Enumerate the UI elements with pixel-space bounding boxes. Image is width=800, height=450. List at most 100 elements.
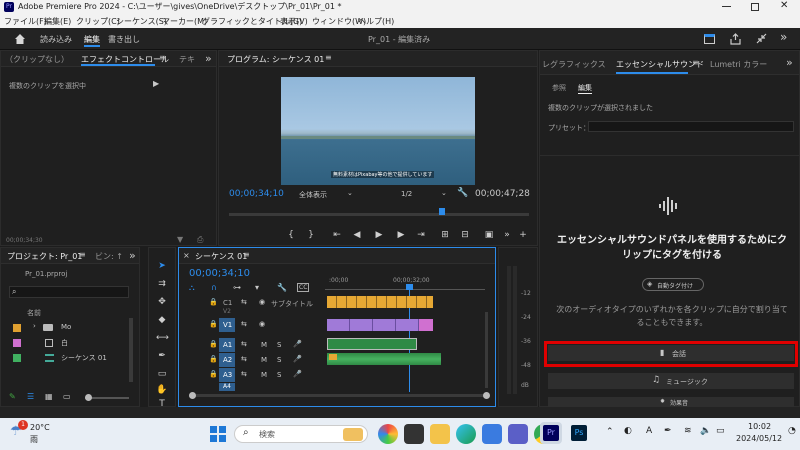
- auto-tag-button[interactable]: ◈ 自動タグ付け: [642, 278, 704, 291]
- tab-essential-sound[interactable]: エッセンシャルサウンド: [616, 59, 704, 70]
- photoshop-app-button[interactable]: Ps: [568, 422, 590, 444]
- tab-sequence[interactable]: シーケンス 01: [195, 251, 247, 262]
- scroll-handle-right[interactable]: [483, 392, 490, 399]
- step-back-icon[interactable]: ◀: [351, 229, 363, 241]
- teams-icon[interactable]: [508, 424, 528, 444]
- project-item[interactable]: › Mo: [9, 322, 129, 334]
- play-icon[interactable]: ▶: [373, 229, 385, 241]
- ripple-edit-icon[interactable]: ✥: [156, 296, 168, 308]
- project-item[interactable]: シーケンス 01: [9, 352, 129, 364]
- audio-type-sfx[interactable]: ✸ 効果音: [548, 397, 794, 407]
- store-icon[interactable]: [482, 424, 502, 444]
- track-header-v2[interactable]: V2: [179, 308, 325, 316]
- volume-icon[interactable]: 🔈: [700, 426, 711, 436]
- more-panels-icon[interactable]: »: [786, 56, 793, 69]
- battery-icon[interactable]: ▭: [716, 426, 725, 436]
- solo-button[interactable]: S: [277, 371, 281, 379]
- column-name-header[interactable]: 名前: [27, 308, 41, 318]
- collapse-icon[interactable]: [756, 33, 767, 46]
- menu-marker[interactable]: マーカー(M): [162, 16, 207, 27]
- go-to-out-icon[interactable]: ⇥: [415, 229, 427, 241]
- expand-icon[interactable]: ›: [33, 322, 36, 330]
- file-explorer-icon[interactable]: [430, 424, 450, 444]
- start-button[interactable]: [210, 426, 226, 442]
- sync-icon[interactable]: ⇆: [241, 298, 247, 306]
- close-tab-icon[interactable]: ×: [183, 251, 190, 260]
- mute-button[interactable]: M: [261, 341, 267, 349]
- menu-file[interactable]: ファイル(F): [4, 16, 47, 27]
- premiere-app-button[interactable]: Pr: [540, 422, 562, 444]
- solo-button[interactable]: S: [277, 356, 281, 364]
- mute-button[interactable]: M: [261, 371, 267, 379]
- ruler-bar[interactable]: [325, 286, 485, 290]
- audio-clip-a2[interactable]: [327, 353, 441, 365]
- home-icon[interactable]: [14, 33, 26, 47]
- add-button-icon[interactable]: +: [517, 229, 529, 241]
- lock-icon[interactable]: 🔒: [209, 370, 218, 378]
- edge-icon[interactable]: [456, 424, 476, 444]
- tray-chevron-icon[interactable]: ⌃: [606, 427, 614, 437]
- magnet-icon[interactable]: ∩: [211, 283, 217, 292]
- wrench-icon[interactable]: 🔧: [457, 188, 468, 198]
- tab-lumetri[interactable]: Lumetri カラー: [710, 59, 767, 70]
- tab-export[interactable]: 書き出し: [108, 34, 140, 45]
- lift-icon[interactable]: ⊞: [439, 229, 451, 241]
- eye-icon[interactable]: ◉: [259, 298, 265, 306]
- tab-text[interactable]: テキ: [179, 54, 195, 65]
- clock-date[interactable]: 2024/05/12: [736, 434, 782, 443]
- sync-icon[interactable]: ⇆: [241, 370, 247, 378]
- solo-button[interactable]: S: [277, 341, 281, 349]
- share-icon[interactable]: [730, 33, 741, 47]
- taskbar-search[interactable]: ⌕ 検索: [234, 425, 368, 443]
- task-view-icon[interactable]: [404, 424, 424, 444]
- project-scrollbar[interactable]: [129, 318, 133, 382]
- expand-icon[interactable]: ▶: [153, 79, 159, 88]
- tray-app-icon[interactable]: ◐: [624, 426, 632, 436]
- icon-view-icon[interactable]: ▦: [45, 392, 53, 401]
- tab-source[interactable]: （クリップなし）: [5, 54, 69, 65]
- panel-menu-icon[interactable]: ≡: [692, 58, 699, 67]
- mute-button[interactable]: M: [261, 356, 267, 364]
- pen-tool-icon[interactable]: ✒: [156, 350, 168, 362]
- scroll-handle-left[interactable]: [189, 392, 196, 399]
- panel-menu-icon[interactable]: ≡: [79, 250, 86, 259]
- rectangle-tool-icon[interactable]: ▭: [156, 368, 168, 380]
- program-monitor-title[interactable]: プログラム: シーケンス 01: [227, 54, 324, 65]
- filter-icon[interactable]: ▼: [177, 235, 183, 244]
- menu-sequence[interactable]: シーケンス(S): [116, 16, 167, 27]
- caption-clips[interactable]: [327, 296, 433, 308]
- track-header-a1[interactable]: 🔒 A1 ⇆ M S 🎤: [179, 338, 325, 352]
- track-header-a2[interactable]: 🔒 A2 ⇆ M S 🎤: [179, 353, 325, 367]
- panel-menu-icon[interactable]: ≡: [243, 250, 250, 259]
- scrub-bar[interactable]: [229, 208, 529, 216]
- video-clip-v1-pink[interactable]: [419, 319, 433, 331]
- mark-in-icon[interactable]: {: [285, 229, 297, 241]
- lock-icon[interactable]: 🔒: [209, 298, 218, 306]
- razor-tool-icon[interactable]: ◆: [156, 314, 168, 326]
- tab-import[interactable]: 読み込み: [40, 34, 72, 45]
- menu-view[interactable]: 表示(V): [280, 16, 308, 27]
- extract-icon[interactable]: ⊟: [459, 229, 471, 241]
- tab-bin[interactable]: ビン: ↑: [95, 251, 123, 262]
- track-header-a3[interactable]: 🔒 A3 ⇆ M S 🎤: [179, 368, 325, 382]
- playhead-handle[interactable]: [406, 284, 413, 290]
- track-select-icon[interactable]: ⇉: [156, 278, 168, 290]
- more-icon[interactable]: »: [780, 30, 787, 44]
- more-panels-icon[interactable]: »: [205, 52, 212, 65]
- ime-indicator[interactable]: A: [646, 426, 652, 436]
- mark-out-icon[interactable]: }: [305, 229, 317, 241]
- selection-tool-icon[interactable]: ➤: [156, 260, 168, 272]
- panel-menu-icon[interactable]: ≡: [325, 53, 332, 62]
- notification-icon[interactable]: ◔: [788, 426, 796, 436]
- lock-icon[interactable]: 🔒: [209, 320, 218, 328]
- playhead-marker[interactable]: [439, 208, 445, 215]
- slip-tool-icon[interactable]: ⟷: [156, 332, 169, 344]
- timeline-timecode[interactable]: 00;00;34;10: [189, 268, 250, 279]
- camera-icon[interactable]: ▣: [483, 229, 495, 241]
- close-icon[interactable]: ✕: [780, 0, 788, 11]
- snap-icon[interactable]: ⛬: [189, 283, 195, 293]
- project-item[interactable]: 白: [9, 337, 129, 349]
- more-panels-icon[interactable]: »: [129, 249, 136, 262]
- audio-type-music[interactable]: ♫ ミュージック: [548, 373, 794, 389]
- menu-help[interactable]: ヘルプ(H): [358, 16, 394, 27]
